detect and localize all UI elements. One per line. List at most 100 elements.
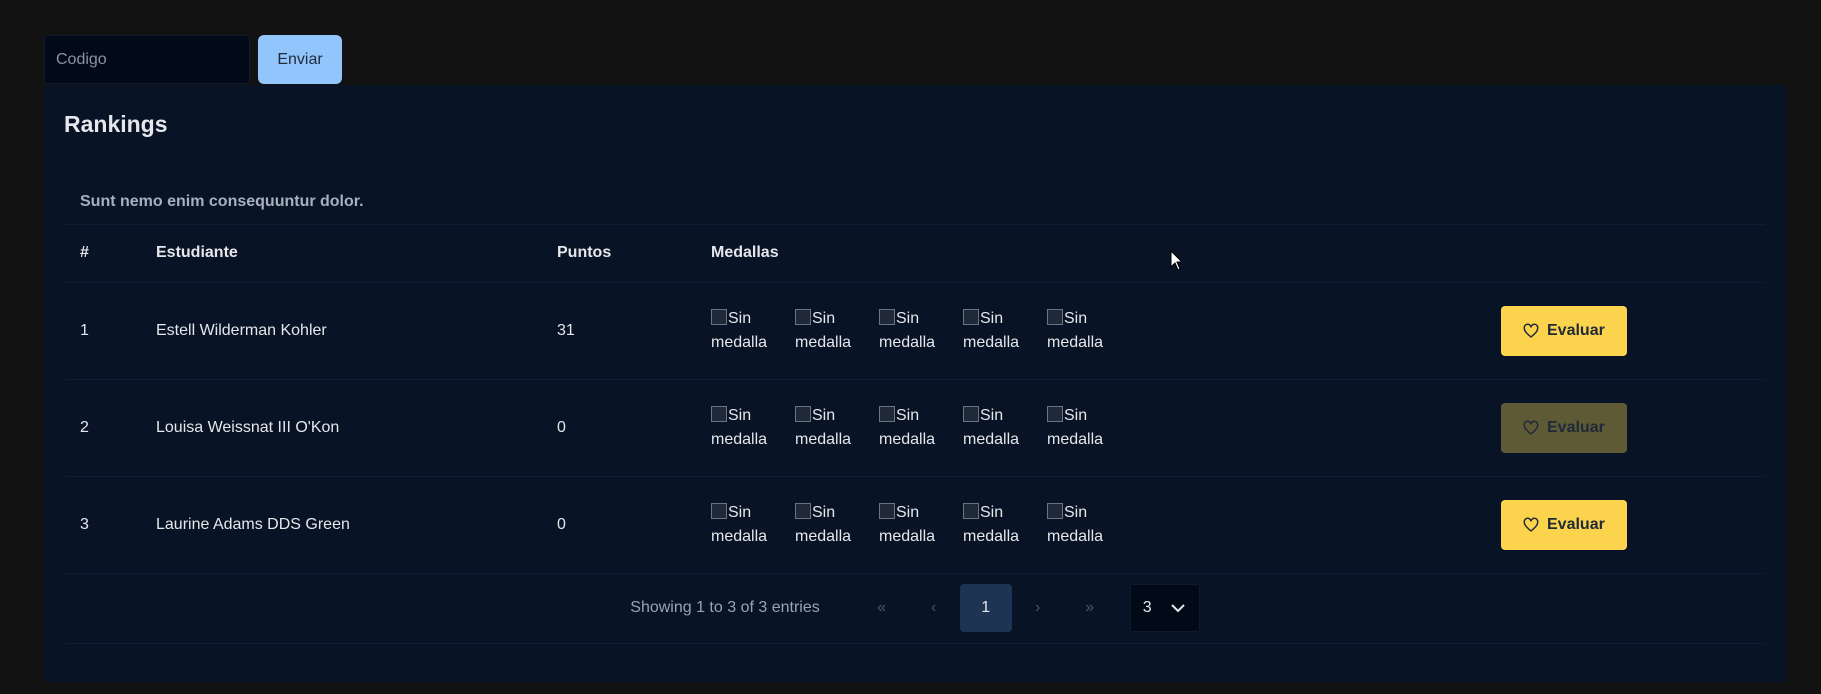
rank-cell: 1: [65, 282, 141, 380]
points-cell: 31: [542, 282, 696, 380]
points-cell: 0: [542, 379, 696, 477]
medal-alt-text: medalla: [795, 527, 852, 545]
medals-cell: Sin medalla Sin medalla Sin medalla Sin medalla…: [696, 282, 1486, 380]
medal-alt-text: Sin: [1064, 309, 1088, 327]
student-name-cell: Louisa Weissnat III O'Kon: [141, 379, 542, 477]
medal-alt-text: Sin: [980, 309, 1004, 327]
medal-image: Sin medalla: [879, 307, 963, 355]
medal-alt-text: medalla: [711, 527, 768, 545]
evaluate-button[interactable]: Evaluar: [1501, 499, 1627, 550]
header-student: Estudiante: [141, 225, 542, 283]
table-header-row: # Estudiante Puntos Medallas: [65, 225, 1765, 283]
broken-image-icon: [879, 308, 895, 325]
medal-image: Sin medalla: [963, 501, 1047, 549]
medal-alt-text: medalla: [795, 333, 852, 351]
table-caption: Sunt nemo enim consequuntur dolor.: [65, 180, 1765, 225]
mouse-cursor-icon: [1170, 250, 1184, 271]
chevron-down-icon: [1171, 603, 1185, 612]
broken-image-icon: [1047, 308, 1063, 325]
medal-alt-text: medalla: [795, 430, 852, 448]
medal-image: Sin medalla: [711, 501, 795, 549]
broken-image-icon: [795, 405, 811, 422]
evaluate-button-label: Evaluar: [1547, 515, 1605, 533]
heart-icon: [1523, 323, 1539, 338]
broken-image-icon: [795, 502, 811, 519]
medal-alt-text: medalla: [963, 430, 1020, 448]
evaluate-button[interactable]: Evaluar: [1501, 305, 1627, 356]
medal-alt-text: Sin: [728, 503, 752, 521]
actions-cell: Evaluar: [1486, 476, 1765, 574]
send-button[interactable]: Enviar: [258, 35, 342, 84]
table-row: 1 Estell Wilderman Kohler 31 Sin medalla Sin m…: [65, 282, 1765, 380]
broken-image-icon: [879, 405, 895, 422]
prev-page-button[interactable]: ‹: [908, 584, 960, 632]
medal-alt-text: medalla: [1047, 527, 1104, 545]
code-input[interactable]: [44, 35, 250, 84]
medal-alt-text: medalla: [711, 333, 768, 351]
next-page-button[interactable]: ›: [1012, 584, 1064, 632]
rankings-table: # Estudiante Puntos Medallas 1 Estell Wil…: [65, 225, 1765, 574]
rank-cell: 2: [65, 379, 141, 477]
points-cell: 0: [542, 476, 696, 574]
medal-alt-text: Sin: [1064, 406, 1088, 424]
pagination: Showing 1 to 3 of 3 entries « ‹ 1 › » 3: [65, 574, 1765, 644]
evaluate-button[interactable]: Evaluar: [1501, 402, 1627, 453]
medal-image: Sin medalla: [711, 404, 795, 452]
table-row: 3 Laurine Adams DDS Green 0 Sin medalla Sin me…: [65, 476, 1765, 574]
medal-alt-text: Sin: [812, 503, 836, 521]
code-form: Enviar: [44, 35, 342, 84]
medal-image: Sin medalla: [1047, 501, 1131, 549]
per-page-select[interactable]: 3: [1129, 584, 1200, 632]
medals-list: Sin medalla Sin medalla Sin medalla Sin medalla…: [711, 307, 1486, 355]
pagination-info: Showing 1 to 3 of 3 entries: [630, 599, 820, 616]
medal-alt-text: medalla: [711, 430, 768, 448]
student-name-cell: Laurine Adams DDS Green: [141, 476, 542, 574]
per-page-value: 3: [1142, 599, 1152, 616]
medal-alt-text: medalla: [1047, 333, 1104, 351]
medal-alt-text: medalla: [963, 333, 1020, 351]
medal-image: Sin medalla: [1047, 307, 1131, 355]
heart-icon: [1523, 517, 1539, 532]
last-page-button[interactable]: »: [1064, 584, 1116, 632]
medals-list: Sin medalla Sin medalla Sin medalla Sin medalla…: [711, 404, 1486, 452]
broken-image-icon: [711, 405, 727, 422]
evaluate-button-label: Evaluar: [1547, 418, 1605, 436]
medal-alt-text: medalla: [1047, 430, 1104, 448]
medal-alt-text: Sin: [1064, 503, 1088, 521]
medal-image: Sin medalla: [795, 501, 879, 549]
medal-alt-text: Sin: [896, 406, 920, 424]
first-page-button[interactable]: «: [856, 584, 908, 632]
header-medals: Medallas: [696, 225, 1486, 283]
rankings-table-wrapper: Sunt nemo enim consequuntur dolor. # Est…: [65, 180, 1765, 644]
page-title: Rankings: [64, 111, 168, 137]
medal-alt-text: medalla: [963, 527, 1020, 545]
broken-image-icon: [711, 308, 727, 325]
broken-image-icon: [963, 308, 979, 325]
broken-image-icon: [711, 502, 727, 519]
medal-image: Sin medalla: [879, 404, 963, 452]
medal-image: Sin medalla: [795, 307, 879, 355]
broken-image-icon: [963, 405, 979, 422]
heart-icon: [1523, 420, 1539, 435]
medal-alt-text: Sin: [812, 406, 836, 424]
header-points: Puntos: [542, 225, 696, 283]
medal-alt-text: Sin: [980, 503, 1004, 521]
medal-alt-text: medalla: [879, 527, 936, 545]
medal-image: Sin medalla: [963, 404, 1047, 452]
broken-image-icon: [963, 502, 979, 519]
medals-cell: Sin medalla Sin medalla Sin medalla Sin medalla…: [696, 379, 1486, 477]
medal-alt-text: Sin: [896, 309, 920, 327]
medal-alt-text: Sin: [896, 503, 920, 521]
medal-image: Sin medalla: [795, 404, 879, 452]
medal-image: Sin medalla: [1047, 404, 1131, 452]
medal-alt-text: medalla: [879, 333, 936, 351]
broken-image-icon: [1047, 502, 1063, 519]
medal-alt-text: Sin: [980, 406, 1004, 424]
medals-cell: Sin medalla Sin medalla Sin medalla Sin medalla…: [696, 476, 1486, 574]
medal-image: Sin medalla: [879, 501, 963, 549]
broken-image-icon: [879, 502, 895, 519]
actions-cell: Evaluar: [1486, 379, 1765, 477]
table-row: 2 Louisa Weissnat III O'Kon 0 Sin medalla Sin…: [65, 379, 1765, 477]
header-actions: [1486, 225, 1765, 283]
page-1-button[interactable]: 1: [959, 584, 1012, 632]
